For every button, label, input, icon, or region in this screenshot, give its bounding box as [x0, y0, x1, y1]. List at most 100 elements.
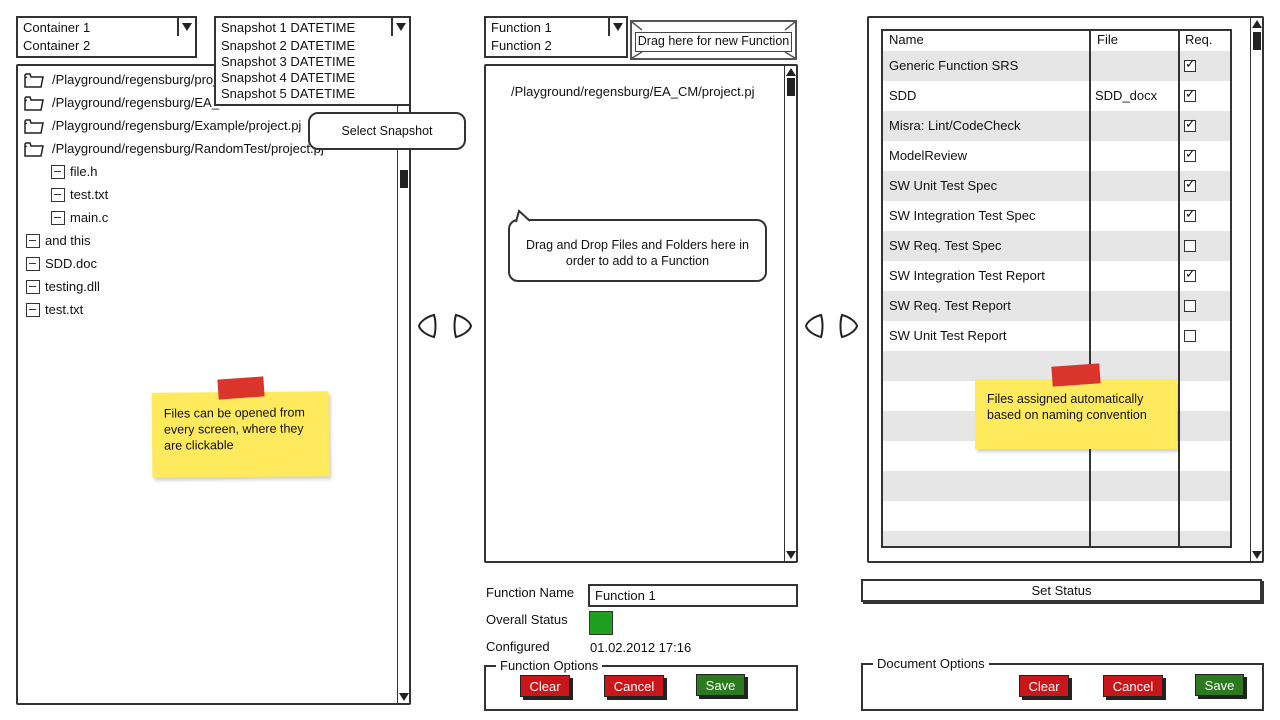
function-cancel-button[interactable]: Cancel [604, 675, 664, 697]
doc-name-cell: SW Unit Test Report [889, 328, 1007, 343]
scroll-up-icon[interactable] [786, 68, 796, 76]
doc-name-cell: SW Req. Test Report [889, 298, 1011, 313]
doc-name-cell: SW Integration Test Spec [889, 208, 1036, 223]
column-header-req[interactable]: Req. [1185, 31, 1212, 51]
move-left-icon[interactable] [416, 313, 438, 339]
tree-item-label: and this [45, 233, 91, 248]
tree-scrollbar[interactable] [397, 66, 409, 703]
function-name-input[interactable]: Function 1 [588, 584, 798, 607]
move-left-icon[interactable] [803, 313, 825, 339]
function-save-button[interactable]: Save [696, 674, 745, 696]
req-checkbox[interactable] [1184, 176, 1196, 192]
function-clear-button[interactable]: Clear [520, 675, 570, 697]
tree-item[interactable]: main.c [48, 208, 380, 230]
doc-name-cell: SDD [889, 88, 917, 103]
project-path[interactable]: /Playground/regensburg/EA_CM/project.pj [511, 84, 755, 99]
tree-item[interactable]: SDD.doc [23, 254, 380, 276]
document-cancel-button[interactable]: Cancel [1103, 675, 1163, 697]
snapshot-option[interactable]: Snapshot 3 DATETIME [221, 54, 355, 69]
folder-icon [24, 95, 44, 111]
document-save-button[interactable]: Save [1195, 674, 1244, 696]
tree-item[interactable]: testing.dll [23, 277, 380, 299]
tree-item-label: /Playground/regensburg/RandomTest/projec… [52, 141, 324, 156]
sticky-note-left: Files can be opened from every screen, w… [151, 391, 330, 478]
function-combo[interactable]: Function 1 [484, 16, 628, 38]
function-scrollbar[interactable] [784, 66, 796, 561]
container-combo-label: Container 1 [23, 20, 91, 35]
function-files-panel[interactable] [484, 64, 798, 563]
tree-item-label: /Playground/regensburg/EA_ [52, 95, 219, 110]
req-checkbox[interactable] [1184, 56, 1196, 72]
doc-name-cell: SW Integration Test Report [889, 268, 1045, 283]
doc-name-cell: ModelReview [889, 148, 968, 163]
function-option[interactable]: Function 2 [484, 36, 628, 58]
doc-name-cell: SW Req. Test Spec [889, 238, 1002, 253]
snapshot-combo[interactable]: Snapshot 1 DATETIME [214, 16, 411, 38]
scroll-up-icon[interactable] [1252, 20, 1262, 28]
sticky-note-right: Files assigned automatically based on na… [975, 379, 1177, 449]
tree-item[interactable]: test.txt [48, 185, 380, 207]
file-icon [51, 165, 65, 179]
chevron-down-icon[interactable] [391, 18, 409, 36]
file-icon [51, 211, 65, 225]
tree-item-label: testing.dll [45, 279, 100, 294]
documents-scrollbar[interactable] [1250, 18, 1262, 561]
tree-item-label: test.txt [45, 302, 84, 317]
snapshot-option[interactable]: Snapshot 5 DATETIME [221, 86, 355, 101]
file-icon [26, 280, 40, 294]
doc-file-cell[interactable]: SDD_docx [1095, 81, 1157, 111]
document-clear-button[interactable]: Clear [1019, 675, 1069, 697]
container-option[interactable]: Container 2 [16, 36, 197, 58]
req-checkbox[interactable] [1184, 116, 1196, 132]
folder-icon [24, 118, 44, 134]
file-icon [51, 188, 65, 202]
snapshot-dropdown-list: Snapshot 2 DATETIME Snapshot 3 DATETIME … [214, 36, 411, 106]
tree-item[interactable]: test.txt [23, 300, 380, 322]
file-icon [26, 257, 40, 271]
scroll-down-icon[interactable] [1252, 551, 1262, 559]
scroll-down-icon[interactable] [399, 693, 409, 701]
tree-item-label: SDD.doc [45, 256, 98, 271]
scroll-thumb[interactable] [400, 170, 408, 188]
scroll-down-icon[interactable] [786, 551, 796, 559]
column-header-file[interactable]: File [1097, 31, 1118, 51]
callout-pointer [515, 209, 531, 223]
move-right-icon[interactable] [838, 313, 860, 339]
snapshot-option[interactable]: Snapshot 4 DATETIME [221, 70, 355, 85]
tree-item-label: /Playground/regensburg/Example/project.p… [52, 118, 302, 133]
move-right-icon[interactable] [452, 313, 474, 339]
new-function-drop-target[interactable]: Drag here for new Function [630, 20, 797, 60]
overall-status-label: Overall Status [486, 612, 568, 627]
scroll-thumb[interactable] [1253, 32, 1261, 50]
document-options-legend: Document Options [877, 656, 985, 671]
req-checkbox[interactable] [1184, 146, 1196, 162]
column-header-name[interactable]: Name [889, 31, 924, 51]
column-divider [1089, 31, 1091, 546]
scroll-thumb[interactable] [787, 78, 795, 96]
doc-name-cell: Generic Function SRS [889, 58, 1019, 73]
tape-left [217, 376, 265, 400]
select-snapshot-callout: Select Snapshot [308, 112, 466, 150]
doc-name-cell: SW Unit Test Spec [889, 178, 998, 193]
req-checkbox[interactable] [1184, 86, 1196, 102]
tree-item[interactable]: file.h [48, 162, 380, 184]
file-icon [26, 303, 40, 317]
container-combo[interactable]: Container 1 [16, 16, 197, 38]
tree-item[interactable]: and this [23, 231, 380, 253]
chevron-down-icon[interactable] [177, 18, 195, 36]
column-divider [1178, 31, 1180, 546]
req-checkbox[interactable] [1184, 240, 1196, 252]
chevron-down-icon[interactable] [608, 18, 626, 36]
folder-icon [24, 72, 44, 88]
req-checkbox[interactable] [1184, 300, 1196, 312]
file-icon [26, 234, 40, 248]
set-status-button[interactable]: Set Status [861, 579, 1262, 602]
req-checkbox[interactable] [1184, 330, 1196, 342]
new-function-label: Drag here for new Function [635, 32, 792, 52]
req-checkbox[interactable] [1184, 206, 1196, 222]
folder-icon [24, 141, 44, 157]
overall-status-indicator[interactable] [589, 611, 613, 635]
tree-item-label: /Playground/regensburg/proj [52, 72, 217, 87]
req-checkbox[interactable] [1184, 266, 1196, 282]
snapshot-option[interactable]: Snapshot 2 DATETIME [221, 38, 355, 53]
